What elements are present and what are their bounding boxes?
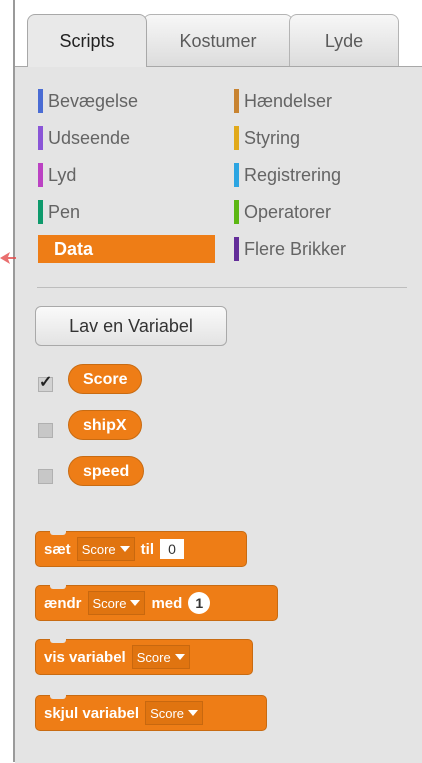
block-notch: [50, 585, 66, 589]
category-looks[interactable]: Udseende: [38, 124, 223, 152]
variable-reporter-shipx[interactable]: shipX: [68, 410, 142, 440]
category-pen[interactable]: Pen: [38, 198, 223, 226]
value-input[interactable]: 0: [160, 539, 184, 559]
variable-dropdown[interactable]: Score: [87, 591, 146, 615]
category-motion[interactable]: Bevægelse: [38, 87, 223, 115]
tab-scripts[interactable]: Scripts: [27, 14, 147, 67]
checkmark-icon: ✓: [39, 374, 53, 391]
category-events[interactable]: Hændelser: [234, 87, 409, 115]
pointer-arrow-icon: [0, 252, 16, 264]
block-label: med: [151, 594, 183, 612]
set-variable-block[interactable]: sæt Score til 0: [35, 531, 247, 567]
category-label: Udseende: [48, 128, 131, 148]
tab-bar: Scripts Kostumer Lyde: [15, 0, 422, 67]
category-color-swatch: [38, 200, 43, 224]
category-sensing[interactable]: Registrering: [234, 161, 409, 189]
category-label: Flere Brikker: [244, 239, 347, 259]
dropdown-value: Score: [81, 541, 116, 557]
block-notch: [50, 695, 66, 699]
variable-reporter-speed[interactable]: speed: [68, 456, 145, 486]
category-label: Registrering: [244, 165, 342, 185]
dropdown-value: Score: [92, 595, 127, 611]
category-color-swatch: [234, 200, 239, 224]
category-control[interactable]: Styring: [234, 124, 409, 152]
category-label: Hændelser: [244, 91, 333, 111]
category-color-swatch: [38, 163, 43, 187]
dropdown-arrow-icon: [174, 654, 185, 660]
change-variable-block[interactable]: ændr Score med 1: [35, 585, 278, 621]
value-input[interactable]: 1: [188, 592, 211, 614]
category-color-swatch: [38, 89, 43, 113]
tab-sounds[interactable]: Lyde: [289, 14, 399, 66]
category-operators[interactable]: Operatorer: [234, 198, 409, 226]
category-data[interactable]: Data: [38, 235, 215, 263]
category-color-swatch: [234, 237, 239, 261]
dropdown-arrow-icon: [119, 546, 130, 552]
variable-checkbox-score[interactable]: ✓: [38, 374, 53, 392]
category-label: Data: [54, 239, 94, 259]
block-label: til: [140, 540, 154, 558]
category-more-blocks[interactable]: Flere Brikker: [234, 235, 409, 263]
category-label: Styring: [244, 128, 301, 148]
scripts-pane: Scripts Kostumer Lyde Bevægelse Udseende…: [13, 0, 422, 763]
block-notch: [50, 531, 66, 535]
variable-reporter-score[interactable]: Score: [68, 364, 143, 394]
variable-dropdown[interactable]: Score: [131, 645, 190, 669]
block-label: skjul variabel: [44, 704, 140, 722]
hide-variable-block[interactable]: skjul variabel Score: [35, 695, 267, 731]
divider: [37, 287, 407, 288]
dropdown-value: Score: [150, 705, 185, 721]
variable-dropdown[interactable]: Score: [76, 537, 135, 561]
category-label: Operatorer: [244, 202, 332, 222]
tab-costumes[interactable]: Kostumer: [143, 14, 293, 66]
variable-dropdown[interactable]: Score: [145, 701, 204, 725]
category-color-swatch: [234, 126, 239, 150]
dropdown-arrow-icon: [188, 710, 199, 716]
show-variable-block[interactable]: vis variabel Score: [35, 639, 253, 675]
block-label: ændr: [44, 594, 82, 612]
dropdown-arrow-icon: [130, 600, 141, 606]
category-label: Lyd: [48, 165, 77, 185]
category-label: Pen: [48, 202, 81, 222]
category-color-swatch: [234, 89, 239, 113]
make-variable-button[interactable]: Lav en Variabel: [35, 306, 227, 346]
block-notch: [50, 639, 66, 643]
category-label: Bevægelse: [48, 91, 139, 111]
dropdown-value: Score: [136, 649, 171, 665]
block-label: sæt: [44, 540, 71, 558]
category-sound[interactable]: Lyd: [38, 161, 223, 189]
block-label: vis variabel: [44, 648, 126, 666]
category-color-swatch: [234, 163, 239, 187]
block-palette: Bevægelse Udseende Lyd Pen Data Hændelse…: [15, 66, 422, 763]
variable-checkbox-speed[interactable]: [38, 469, 53, 484]
variable-checkbox-shipx[interactable]: [38, 423, 53, 438]
category-color-swatch: [38, 126, 43, 150]
